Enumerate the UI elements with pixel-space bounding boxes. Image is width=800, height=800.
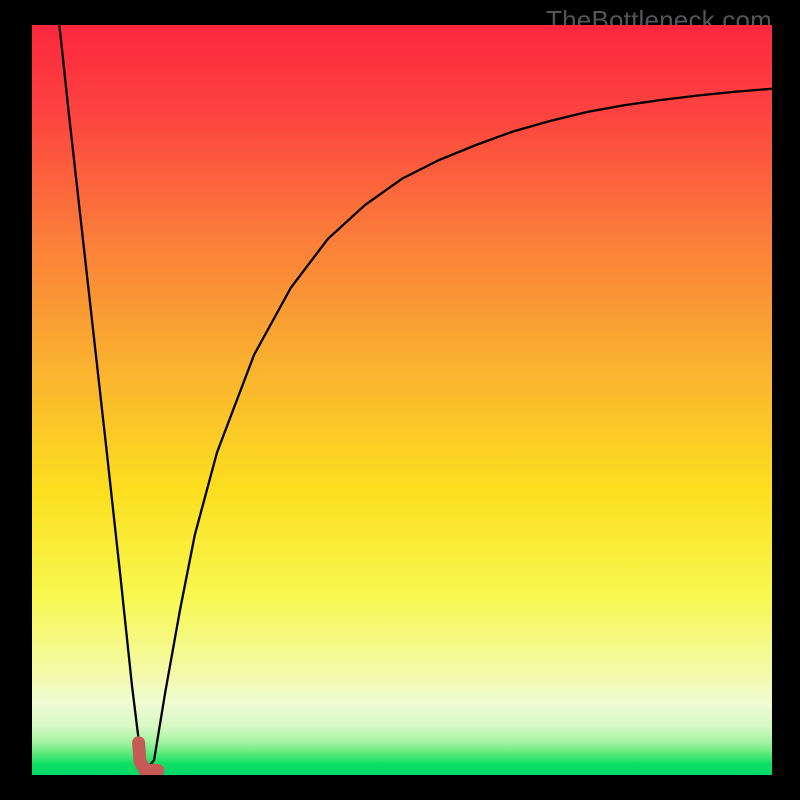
chart-svg [32, 25, 772, 775]
gradient-background [32, 25, 772, 775]
plot-area [32, 25, 772, 775]
chart-container: TheBottleneck.com [0, 0, 800, 800]
